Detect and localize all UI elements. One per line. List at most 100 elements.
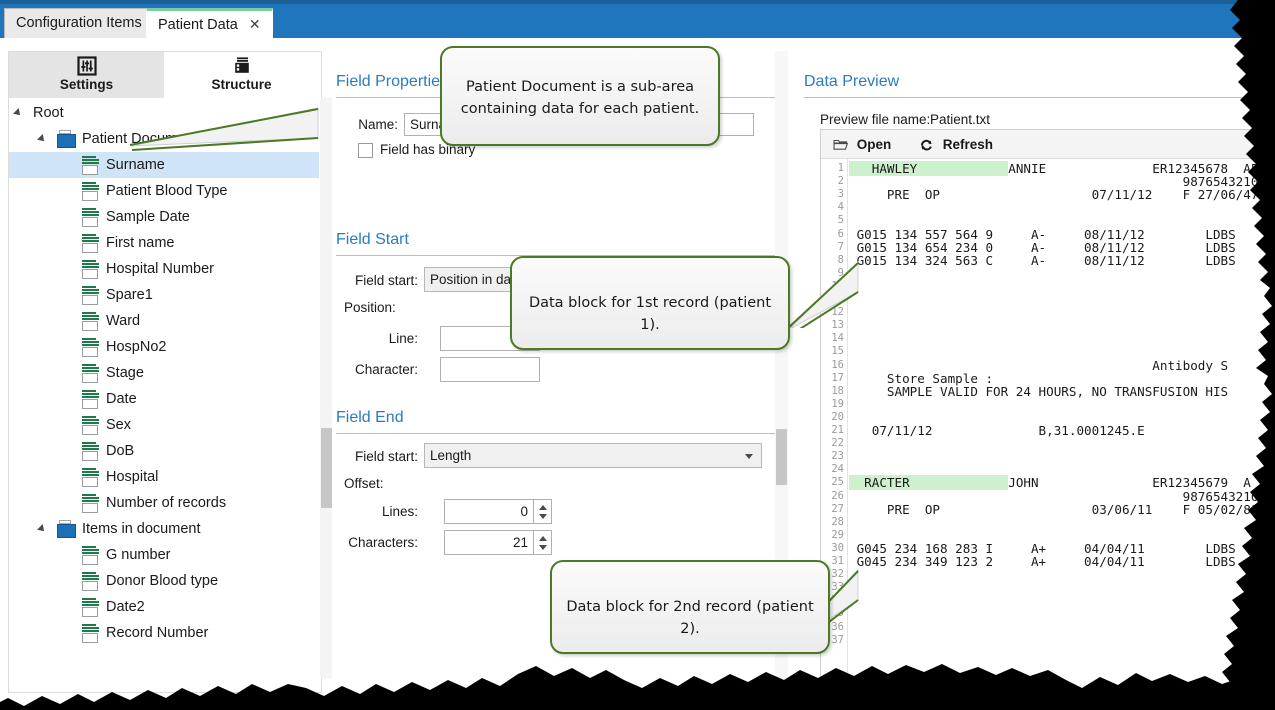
field-icon — [81, 442, 100, 461]
field-end-lines-label: Lines: — [348, 504, 418, 519]
tree-item-g-number[interactable]: G number — [9, 542, 319, 568]
field-icon — [81, 390, 100, 409]
field-icon — [81, 546, 100, 565]
tab-configuration-items[interactable]: Configuration Items — [4, 8, 154, 38]
title-bar-topline — [0, 0, 1275, 4]
title-bar: Configuration Items Patient Data ✕ — [0, 0, 1275, 38]
app-window: Configuration Items Patient Data ✕ — [0, 0, 1275, 710]
structure-tree-scroll-thumb[interactable] — [321, 428, 332, 508]
callout-record-1: Data block for 1st record (patient 1). — [510, 256, 790, 350]
refresh-button-label: Refresh — [943, 137, 993, 152]
line-number: 28 — [820, 516, 844, 529]
tree-item-label: First name — [106, 230, 175, 256]
field-icon — [81, 286, 100, 305]
field-end-lines-stepper[interactable] — [534, 499, 552, 524]
preview-line: Store Sample : — [849, 372, 993, 385]
tree-item-ward[interactable]: Ward — [9, 308, 319, 334]
tree-item-donor-blood-type[interactable]: Donor Blood type — [9, 568, 319, 594]
tree-item-items-in-document[interactable]: Items in document — [9, 516, 319, 542]
tree-item-label: Date2 — [106, 594, 145, 620]
field-start-position-label: Position: — [344, 300, 418, 315]
field-end-characters-input[interactable]: 21 — [444, 530, 534, 555]
refresh-button[interactable]: Refresh — [919, 135, 993, 154]
line-number: 1 — [820, 162, 844, 175]
field-icon — [81, 312, 100, 331]
field-icon — [81, 208, 100, 227]
field-end-characters-label: Characters: — [338, 535, 418, 550]
line-number: 4 — [820, 201, 844, 214]
tree-item-label: Number of records — [106, 490, 226, 516]
field-properties-heading: Field Properties — [336, 73, 448, 91]
field-icon — [81, 494, 100, 513]
tab-configuration-items-label: Configuration Items — [16, 15, 142, 31]
field-end-mode-value: Length — [430, 448, 471, 463]
tree-item-first-name[interactable]: First name — [9, 230, 319, 256]
tree-item-hospital[interactable]: Hospital — [9, 464, 319, 490]
field-end-mode-label: Field start: — [344, 449, 418, 464]
tree-item-label: Spare1 — [106, 282, 153, 308]
tree-item-hospno2[interactable]: HospNo2 — [9, 334, 319, 360]
line-number: 21 — [820, 424, 844, 437]
structure-tree[interactable]: RootPatient DocumentSurnamePatient Blood… — [9, 100, 319, 692]
tree-item-hospital-number[interactable]: Hospital Number — [9, 256, 319, 282]
field-start-character-label: Character: — [348, 362, 418, 377]
torn-edge-right-mask — [1160, 0, 1275, 710]
folder-open-icon — [833, 138, 848, 157]
chevron-down-icon — [745, 454, 753, 459]
field-end-characters-stepper[interactable] — [534, 530, 552, 555]
mode-tab-settings[interactable]: Settings — [9, 52, 164, 98]
stepper-down-icon[interactable] — [539, 514, 547, 519]
tree-item-number-of-records[interactable]: Number of records — [9, 490, 319, 516]
data-preview-heading: Data Preview — [804, 73, 899, 91]
tree-item-label: Sex — [106, 412, 131, 438]
line-number: 20 — [820, 411, 844, 424]
tree-item-label: DoB — [106, 438, 134, 464]
line-number: 26 — [820, 490, 844, 503]
field-icon — [81, 338, 100, 357]
field-settings-scroll-thumb[interactable] — [776, 429, 787, 485]
tree-item-stage[interactable]: Stage — [9, 360, 319, 386]
close-icon[interactable]: ✕ — [249, 17, 263, 31]
field-end-lines-input[interactable]: 0 — [444, 499, 534, 524]
callout-patient-document-leader — [0, 98, 460, 178]
tree-expander-icon[interactable] — [39, 525, 47, 533]
tree-item-date[interactable]: Date — [9, 386, 319, 412]
line-number: 23 — [820, 450, 844, 463]
torn-edge-bottom-mask — [0, 640, 1275, 710]
tree-item-label: Stage — [106, 360, 144, 386]
field-start-heading: Field Start — [336, 231, 409, 249]
field-end-mode-select[interactable]: Length — [424, 443, 762, 468]
line-number: 15 — [820, 345, 844, 358]
line-number: 3 — [820, 188, 844, 201]
open-button[interactable]: Open — [833, 135, 891, 154]
tree-item-patient-blood-type[interactable]: Patient Blood Type — [9, 178, 319, 204]
tree-item-spare1[interactable]: Spare1 — [9, 282, 319, 308]
line-number: 17 — [820, 372, 844, 385]
stepper-up-icon[interactable] — [539, 505, 547, 510]
callout-record-1-text: Data block for 1st record (patient 1). — [529, 295, 771, 333]
refresh-icon — [919, 138, 934, 157]
tree-item-label: Sample Date — [106, 204, 190, 230]
tree-item-label: Hospital — [106, 464, 158, 490]
mode-tab-settings-label: Settings — [9, 77, 164, 92]
tree-item-label: Patient Blood Type — [106, 178, 227, 204]
tree-item-sex[interactable]: Sex — [9, 412, 319, 438]
tree-item-date2[interactable]: Date2 — [9, 594, 319, 620]
field-end-heading: Field End — [336, 409, 404, 427]
line-number: 18 — [820, 385, 844, 398]
line-number: 2 — [820, 175, 844, 188]
tab-patient-data[interactable]: Patient Data ✕ — [146, 8, 273, 38]
callout-patient-document-text: Patient Document is a sub-area containin… — [461, 79, 699, 117]
tree-item-sample-date[interactable]: Sample Date — [9, 204, 319, 230]
line-number: 16 — [820, 359, 844, 372]
field-start-character-input[interactable] — [440, 357, 540, 382]
tree-item-dob[interactable]: DoB — [9, 438, 319, 464]
stepper-up-icon[interactable] — [539, 536, 547, 541]
preview-file-name-label: Preview file name: — [820, 112, 930, 127]
mode-tab-structure[interactable]: Structure — [164, 52, 319, 98]
preview-line: 07/11/12 B,31.0001245.E — [849, 424, 1145, 437]
mode-tab-strip: Settings Structure — [9, 52, 319, 98]
structure-icon — [232, 56, 252, 76]
mode-tab-structure-label: Structure — [164, 77, 319, 92]
stepper-down-icon[interactable] — [539, 545, 547, 550]
